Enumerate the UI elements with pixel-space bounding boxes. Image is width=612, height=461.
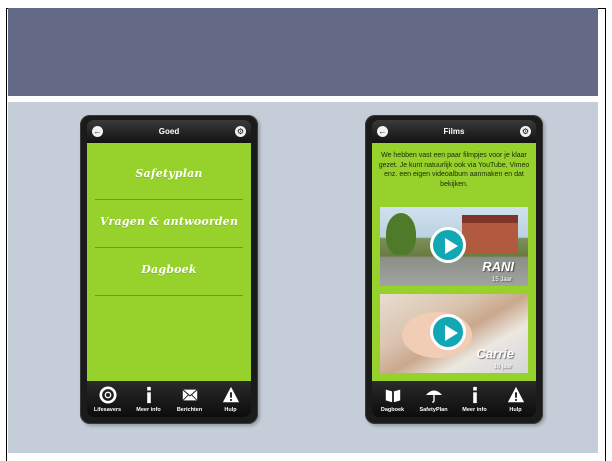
phone-films: ← Films ⚙ We hebben vast een paar filmpj… [365, 115, 543, 424]
back-arrow-icon[interactable]: ← [92, 126, 103, 137]
menu-screen: Safetyplan Vragen & antwoorden Dagboek [87, 143, 251, 381]
video-thumbnail-rani[interactable]: RANI 15 Jaar [380, 207, 528, 286]
video-title: RANI [482, 259, 514, 274]
tab-label: Meer info [462, 407, 487, 413]
films-screen: We hebben vast een paar filmpjes voor je… [372, 143, 536, 381]
screen-title: Goed [158, 127, 180, 136]
house-image [462, 215, 518, 253]
warning-icon [222, 386, 240, 404]
tab-label: SafetyPlan [419, 407, 448, 413]
back-arrow-icon[interactable]: ← [377, 126, 388, 137]
tab-berichten[interactable]: Berichten [169, 381, 210, 417]
menu-divider [95, 247, 243, 248]
menu-item-vragen-antwoorden[interactable]: Vragen & antwoorden [95, 201, 243, 241]
video-thumbnail-carrie[interactable]: Carrie 16 jaar [380, 294, 528, 373]
tab-safetyplan[interactable]: SafetyPlan [413, 381, 454, 417]
info-icon [466, 386, 484, 404]
slide-content: ← Goed ⚙ Safetyplan Vragen & antwoorden … [8, 102, 598, 453]
book-icon [384, 386, 402, 404]
menu-divider [95, 199, 243, 200]
menu-item-dagboek[interactable]: Dagboek [95, 249, 243, 289]
play-icon[interactable] [430, 227, 466, 263]
phone-goed: ← Goed ⚙ Safetyplan Vragen & antwoorden … [80, 115, 258, 424]
gear-icon[interactable]: ⚙ [235, 126, 246, 137]
gear-icon[interactable]: ⚙ [520, 126, 531, 137]
screen-title: Films [443, 127, 465, 136]
titlebar: ← Films ⚙ [372, 120, 536, 143]
tab-label: Meer info [136, 407, 161, 413]
tab-label: Hulp [224, 407, 237, 413]
envelope-icon [181, 386, 199, 404]
tab-meer-info[interactable]: Meer info [454, 381, 495, 417]
titlebar: ← Goed ⚙ [87, 120, 251, 143]
tab-hulp[interactable]: Hulp [495, 381, 536, 417]
tab-hulp[interactable]: Hulp [210, 381, 251, 417]
tab-dagboek[interactable]: Dagboek [372, 381, 413, 417]
umbrella-icon [425, 386, 443, 404]
info-icon [140, 386, 158, 404]
video-title: Carrie [476, 346, 514, 361]
play-icon[interactable] [430, 314, 466, 350]
lifebuoy-icon [98, 386, 117, 404]
tab-label: Dagboek [380, 407, 405, 413]
tab-label: Hulp [509, 407, 522, 413]
tab-label: Berichten [176, 407, 203, 413]
warning-icon [507, 386, 525, 404]
tab-bar: Lifesavers Meer info Berichten Hulp [87, 381, 251, 417]
tab-lifesavers[interactable]: Lifesavers [87, 381, 128, 417]
menu-item-safetyplan[interactable]: Safetyplan [95, 153, 243, 193]
menu-divider [95, 295, 243, 296]
tree-image [386, 213, 416, 255]
intro-text: We hebben vast een paar filmpjes voor je… [378, 152, 530, 188]
tab-meer-info[interactable]: Meer info [128, 381, 169, 417]
video-subtitle: 16 jaar [493, 364, 512, 370]
slide-header-band [8, 8, 598, 96]
video-subtitle: 15 Jaar [491, 277, 512, 283]
tab-label: Lifesavers [93, 407, 122, 413]
tab-bar: Dagboek SafetyPlan Meer info Hulp [372, 381, 536, 417]
